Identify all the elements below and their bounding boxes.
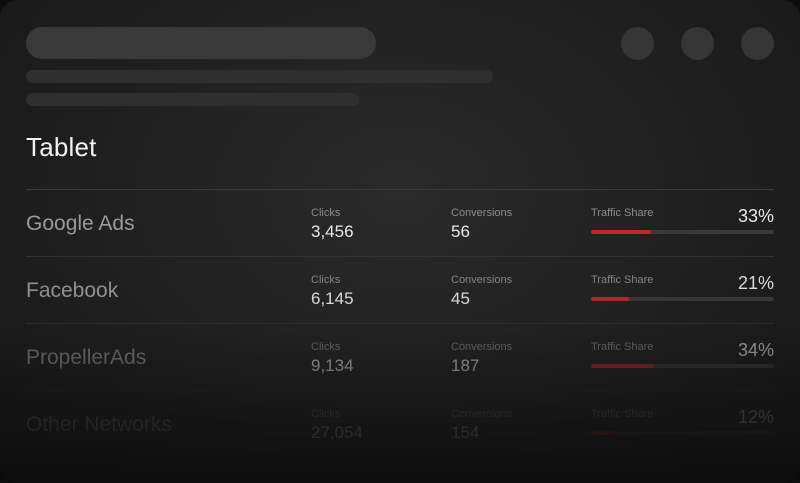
traffic-share-bar	[591, 364, 774, 368]
traffic-share-bar	[591, 431, 774, 435]
traffic-share-bar	[591, 230, 774, 234]
traffic-share-label: Traffic Share	[591, 207, 654, 219]
skeleton-avatar-placeholder	[741, 27, 774, 60]
traffic-share-fill	[591, 431, 613, 435]
conversions-value: 187	[451, 356, 480, 375]
traffic-share-percent: 34%	[737, 340, 774, 360]
clicks-label: Clicks	[311, 207, 341, 219]
traffic-share-percent: 12%	[737, 407, 774, 427]
skeleton-avatar-placeholder	[621, 27, 654, 60]
network-name: Other Networks	[26, 413, 172, 436]
conversions-value: 154	[451, 423, 480, 442]
skeleton-avatar-placeholder	[681, 27, 714, 60]
clicks-value: 3,456	[311, 222, 354, 241]
conversions-value: 45	[451, 289, 470, 308]
traffic-share-label: Traffic Share	[591, 274, 654, 286]
table-row[interactable]: Facebook Clicks 6,145 Conversions 45 Tra…	[26, 256, 774, 323]
traffic-share-fill	[591, 364, 654, 368]
traffic-share-percent: 33%	[737, 206, 774, 226]
traffic-share-label: Traffic Share	[591, 341, 654, 353]
conversions-label: Conversions	[451, 341, 513, 353]
conversions-value: 56	[451, 222, 470, 241]
clicks-value: 6,145	[311, 289, 354, 308]
conversions-label: Conversions	[451, 274, 513, 286]
clicks-label: Clicks	[311, 408, 341, 420]
analytics-card: Tablet Google Ads Clicks 3,456 Conversio…	[0, 0, 800, 483]
traffic-share-bar	[591, 297, 774, 301]
skeleton-title-placeholder	[26, 27, 376, 59]
table-row[interactable]: Other Networks Clicks 27,054 Conversions…	[26, 390, 774, 457]
traffic-share-label: Traffic Share	[591, 408, 654, 420]
clicks-label: Clicks	[311, 341, 341, 353]
traffic-share-fill	[591, 297, 630, 301]
conversions-label: Conversions	[451, 207, 513, 219]
network-name: PropellerAds	[26, 346, 147, 369]
network-name: Google Ads	[26, 212, 135, 235]
table-row[interactable]: Google Ads Clicks 3,456 Conversions 56 T…	[26, 189, 774, 256]
skeleton-line-placeholder	[26, 70, 493, 83]
clicks-value: 9,134	[311, 356, 354, 375]
table-row[interactable]: PropellerAds Clicks 9,134 Conversions 18…	[26, 323, 774, 390]
clicks-label: Clicks	[311, 274, 341, 286]
clicks-value: 27,054	[311, 423, 363, 442]
network-name: Facebook	[26, 279, 119, 302]
section-title: Tablet	[26, 132, 97, 162]
skeleton-line-placeholder	[26, 93, 359, 106]
conversions-label: Conversions	[451, 408, 513, 420]
network-table: Google Ads Clicks 3,456 Conversions 56 T…	[26, 189, 774, 457]
traffic-share-fill	[591, 230, 652, 234]
traffic-share-percent: 21%	[737, 273, 774, 293]
